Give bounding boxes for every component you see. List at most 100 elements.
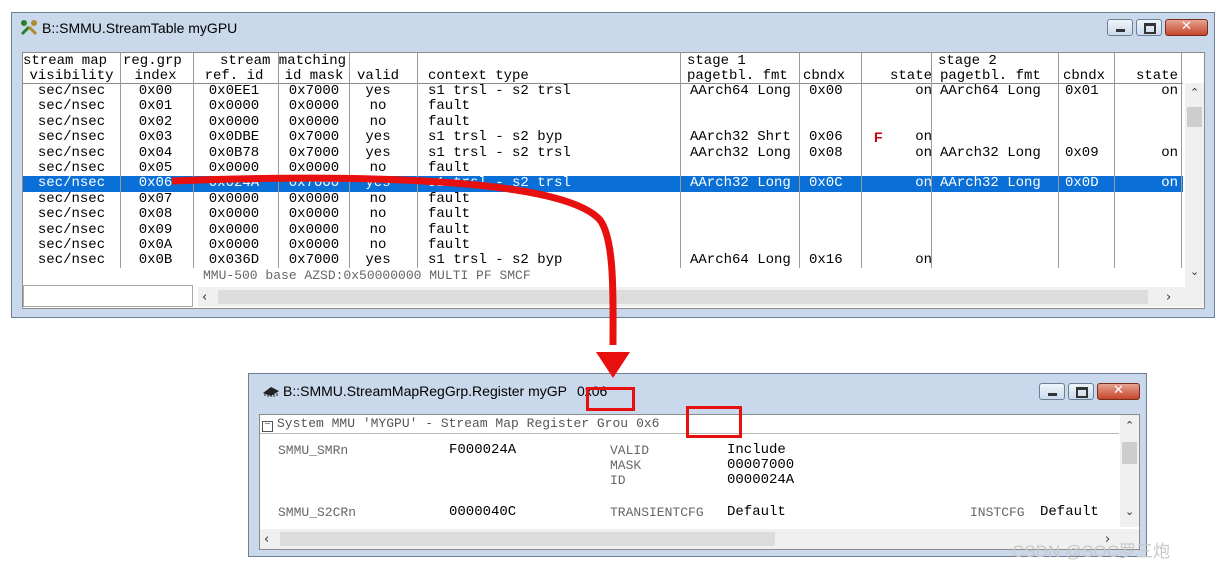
table-row[interactable]: sec/nsec 0x04 0x0B78 0x7000 yes s1 trsl - s2 … [23,144,1183,161]
table-cell: sec/nsec [37,98,106,115]
table-row[interactable]: sec/nsec 0x06 0x024A 0x7000 yes s1 trsl - s2 … [23,176,1183,191]
table-row[interactable]: sec/nsec 0x05 0x0000 0x0000 no fault [23,160,1183,177]
column-header[interactable]: state [1116,68,1178,84]
table-cell [940,238,1058,254]
table-cell [1065,223,1113,239]
table-cell: 0x7000 [288,175,340,192]
column-header[interactable]: ref. id [200,68,268,84]
table-cell [690,207,800,223]
vertical-scrollbar[interactable]: ⌃ ⌄ [1120,415,1139,527]
h-scroll-thumb[interactable] [218,290,1148,304]
register-window: B::SMMU.StreamMapRegGrp.Register myGP 0x… [248,373,1147,557]
table-row[interactable]: sec/nsec 0x09 0x0000 0x0000 no fault [23,221,1183,239]
column-header[interactable]: context type [428,68,688,84]
close-button[interactable]: ✕ [1097,383,1140,400]
table-cell: AArch32 Shrt [690,129,791,146]
tree-index-highlight: 0x6 [636,416,660,431]
maximize-button[interactable] [1068,383,1094,400]
table-cell: 0x09 [138,221,173,238]
table-cell [690,223,800,239]
table-row[interactable]: sec/nsec 0x0A 0x0000 0x0000 no fault [23,237,1183,254]
minimize-button[interactable] [1039,383,1065,400]
table-cell: 0x0DBE [208,129,260,146]
scroll-thumb[interactable] [1187,107,1202,127]
table-cell: sec/nsec [37,160,106,176]
filter-box[interactable] [23,285,193,307]
table-cell [1065,207,1113,223]
table-cell: 0x0000 [208,160,260,176]
table-cell: yes [365,144,391,161]
title-bar[interactable]: B::SMMU.StreamMapRegGrp.Register myGP 0x… [249,374,1146,407]
minimize-icon [1048,393,1057,396]
column-header[interactable]: index [123,68,188,84]
table-row[interactable]: sec/nsec 0x02 0x0000 0x0000 no fault [23,113,1183,131]
table-cell: 0x08 [809,144,843,161]
table-cell: 0x0EE1 [208,83,260,99]
register-name: SMMU_SMRn [278,443,349,458]
scroll-left-icon[interactable]: ‹ [264,532,269,547]
table-cell [690,238,800,254]
table-cell [866,115,932,131]
maximize-button[interactable] [1136,19,1162,36]
table-cell: AArch64 Long [690,252,791,269]
horizontal-scrollbar[interactable]: ‹ › [198,287,1204,307]
scroll-right-icon[interactable]: › [1166,290,1171,305]
table-row[interactable]: sec/nsec 0x00 0x0EE1 0x7000 yes s1 trsl - s2 … [23,83,1183,99]
minimize-button[interactable] [1107,19,1133,36]
column-header[interactable]: state [866,68,932,84]
table-cell: 0x04 [138,144,173,161]
table-row[interactable]: sec/nsec 0x08 0x0000 0x0000 no fault [23,207,1183,222]
table-cell: 0x0000 [288,98,340,115]
stream-table: stream map reg.grp stream matching stage 1 s… [22,52,1205,309]
table-cell: sec/nsec [37,190,106,207]
vertical-scrollbar[interactable]: ⌃ ⌄ [1185,83,1204,291]
table-cell [809,99,867,115]
collapse-icon[interactable]: − [262,421,273,432]
table-cell [1065,253,1113,269]
table-row[interactable]: sec/nsec 0x03 0x0DBE 0x7000 yes s1 trsl - s2 … [23,130,1183,145]
table-cell: 0x0000 [288,206,340,223]
table-cell [690,192,800,208]
table-cell [1116,207,1178,223]
table-cell: on [915,175,932,192]
table-row[interactable]: sec/nsec 0x0B 0x036D 0x7000 yes s1 trsl - s2 … [23,253,1183,268]
table-row[interactable]: sec/nsec 0x01 0x0000 0x0000 no fault [23,99,1183,114]
table-cell: 0x0000 [208,190,260,207]
table-cell: fault [428,221,471,238]
table-cell: 0x06 [809,129,843,146]
column-header[interactable]: visibility [24,68,119,84]
table-cell: 0x0000 [288,237,340,253]
scroll-up-icon[interactable]: ⌃ [1125,419,1134,432]
column-header[interactable]: cbndx [1063,68,1111,84]
table-cell: sec/nsec [37,175,106,192]
table-cell: s1 trsl - s2 trsl [428,175,571,192]
close-button[interactable]: ✕ [1165,19,1208,36]
table-cell: no [369,221,387,238]
scroll-thumb[interactable] [1122,442,1137,464]
table-cell [690,99,800,115]
column-header[interactable]: valid [353,68,403,84]
scroll-down-icon[interactable]: ⌄ [1190,265,1199,278]
field-name: VALID [610,443,650,458]
table-row[interactable]: sec/nsec 0x07 0x0000 0x0000 no fault [23,190,1183,208]
register-value: 0000040C [449,504,517,520]
table-cell [1116,161,1178,177]
table-cell: sec/nsec [37,83,106,99]
column-header[interactable]: pagetbl. fmt [687,68,797,84]
title-bar[interactable]: B::SMMU.StreamTable myGPU [12,13,1214,43]
scroll-down-icon[interactable]: ⌄ [1125,505,1134,518]
horizontal-scrollbar[interactable]: ‹ › [260,529,1139,549]
scroll-up-icon[interactable]: ⌃ [1190,86,1199,99]
column-header[interactable]: cbndx [803,68,861,84]
table-cell [940,99,1058,115]
chip-icon [261,383,279,399]
table-cell: 0x01 [1065,83,1099,99]
column-header[interactable]: id mask [281,68,347,84]
table-cell: fault [428,113,471,130]
table-cell: sec/nsec [37,144,106,161]
scroll-left-icon[interactable]: ‹ [202,290,207,305]
table-cell: 0x16 [809,252,843,269]
tree-label: System MMU 'MYGPU' - Stream Map Register… [277,416,629,431]
h-scroll-thumb[interactable] [280,532,775,546]
column-header[interactable]: pagetbl. fmt [940,68,1058,84]
